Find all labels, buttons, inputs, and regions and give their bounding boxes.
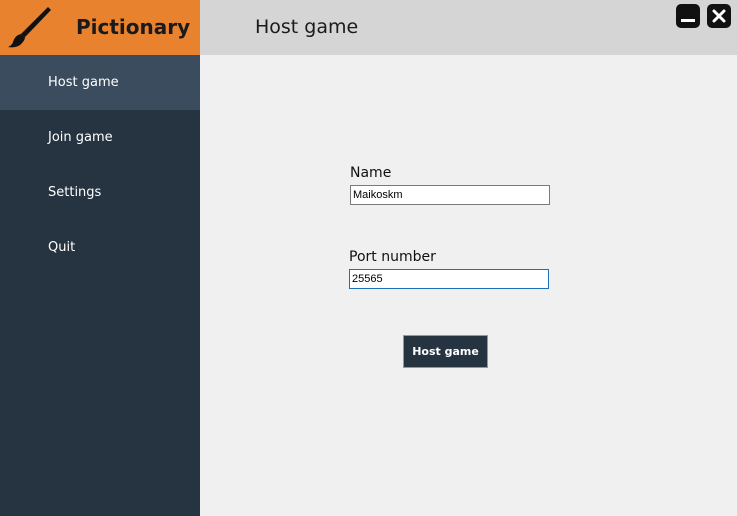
sidebar-item-host-game[interactable]: Host game	[0, 55, 200, 110]
paintbrush-icon	[8, 7, 51, 48]
app-window: Pictionary Host game Join game Settings …	[0, 0, 737, 516]
name-input[interactable]	[350, 185, 550, 205]
sidebar-item-label: Join game	[48, 130, 113, 145]
port-label: Port number	[349, 249, 436, 265]
host-game-button[interactable]: Host game	[403, 335, 488, 368]
close-icon	[712, 9, 726, 23]
brand-header: Pictionary	[0, 0, 200, 55]
minimize-icon	[681, 19, 695, 22]
sidebar: Pictionary Host game Join game Settings …	[0, 0, 200, 516]
name-label: Name	[350, 165, 392, 181]
page-title: Host game	[255, 16, 359, 38]
sidebar-item-join-game[interactable]: Join game	[0, 110, 200, 165]
sidebar-item-quit[interactable]: Quit	[0, 220, 200, 275]
sidebar-item-label: Quit	[48, 240, 76, 255]
minimize-button[interactable]	[676, 4, 700, 28]
sidebar-item-label: Host game	[48, 75, 119, 90]
sidebar-item-settings[interactable]: Settings	[0, 165, 200, 220]
sidebar-nav: Host game Join game Settings Quit	[0, 55, 200, 275]
page-header: Host game	[200, 0, 737, 55]
app-title: Pictionary	[76, 15, 191, 39]
port-input[interactable]	[349, 269, 549, 289]
close-button[interactable]	[707, 4, 731, 28]
sidebar-item-label: Settings	[48, 185, 102, 200]
